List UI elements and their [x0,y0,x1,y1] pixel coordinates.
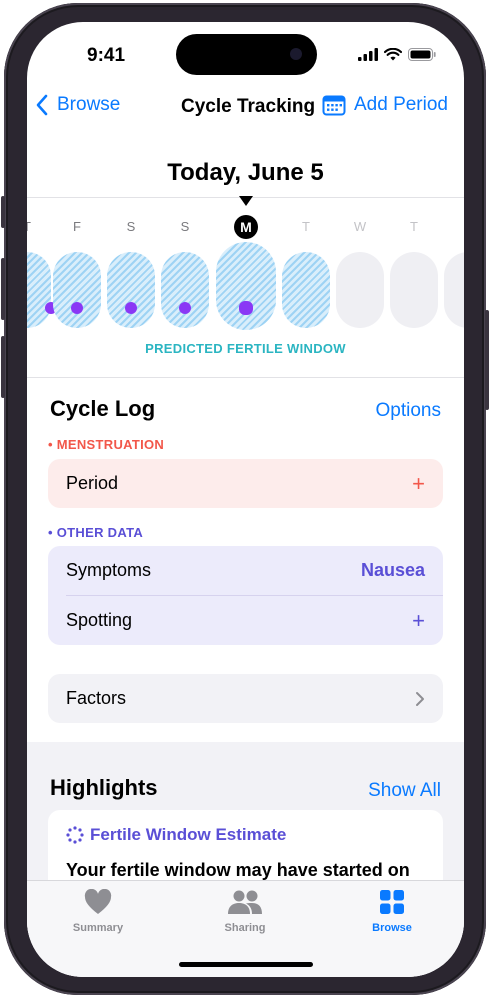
options-button[interactable]: Options [376,400,441,422]
other-data-card: Symptoms Nausea Spotting + [48,546,443,645]
system-icons [358,44,436,64]
ovulation-dot [125,302,137,314]
plus-icon[interactable]: + [412,608,425,634]
wifi-icon [384,47,402,60]
other-data-label: • OTHER DATA [48,525,144,540]
chevron-right-icon [416,691,424,706]
screen: 9:41 Browse Cycle Tracking Add Period To… [27,22,464,977]
back-button-label: Browse [57,94,121,115]
day-pill-fertile[interactable] [282,252,330,328]
page-title: Cycle Tracking [181,96,316,117]
status-bar: 9:41 [27,22,464,82]
volume-up-button [1,258,5,320]
day-letter[interactable]: S [173,219,197,234]
people-icon [228,890,262,914]
day-letter[interactable]: F [65,219,89,234]
tab-browse-label: Browse [372,922,412,934]
day-letter-today[interactable]: M [234,215,258,239]
day-letter[interactable]: W [348,219,372,234]
calendar-icon [322,95,346,116]
ovulation-dot [71,302,83,314]
camera-icon [290,48,302,60]
day-letter[interactable]: T [27,219,39,234]
tab-summary[interactable]: Summary [48,888,148,934]
dotted-circle-icon [66,826,84,844]
spotting-label: Spotting [66,610,133,630]
show-all-button[interactable]: Show All [368,780,441,802]
factors-card: Factors [48,674,443,723]
back-button[interactable]: Browse [35,94,120,116]
side-button [485,310,489,410]
fertile-window-heading: Fertile Window Estimate [66,825,286,845]
day-pill[interactable] [390,252,438,328]
cellular-signal-icon [358,47,378,61]
highlights-title: Highlights [50,775,158,800]
action-button [1,196,5,228]
home-indicator[interactable] [179,962,313,967]
grid-icon [380,890,404,914]
tab-sharing-label: Sharing [224,922,266,934]
fertile-window-label: PREDICTED FERTILE WINDOW [145,341,346,356]
period-label: Period [66,473,119,493]
navigation-bar: Browse Cycle Tracking Add Period [27,90,464,126]
symptoms-label: Symptoms [66,560,152,580]
volume-down-button [1,336,5,398]
calendar-bottom-divider [27,377,464,378]
spotting-row[interactable]: Spotting + [48,596,443,645]
day-letter[interactable]: T [294,219,318,234]
fertile-window-heading-text: Fertile Window Estimate [90,825,287,844]
heart-icon [84,888,112,914]
factors-label: Factors [66,688,127,708]
add-period-label: Add Period [353,94,448,115]
add-period-button[interactable]: Add Period [322,94,448,116]
plus-icon[interactable]: + [412,471,425,497]
menstruation-card: Period + [48,459,443,508]
tab-browse[interactable]: Browse [342,889,442,934]
fertile-window-text: Your fertile window may have started on [66,860,410,880]
day-pill-fertile[interactable] [107,252,155,328]
symptoms-value: Nausea [360,560,425,580]
status-time: 9:41 [87,45,126,66]
day-pill-fertile[interactable] [53,252,101,328]
ovulation-dot [239,301,253,315]
day-letter[interactable]: T [402,219,426,234]
day-letter[interactable]: S [119,219,143,234]
menstruation-label: • MENSTRUATION [48,437,165,452]
ovulation-dot [179,302,191,314]
day-pill-fertile[interactable] [161,252,209,328]
symptoms-row[interactable]: Symptoms Nausea [48,546,443,595]
tab-summary-label: Summary [72,922,124,934]
cycle-log-title: Cycle Log [50,396,156,421]
weekday-strip: T F S S M T W T [27,215,464,239]
day-pill[interactable] [444,252,464,328]
battery-icon [408,47,436,61]
day-pill-today[interactable] [216,242,276,330]
period-row[interactable]: Period + [48,459,443,508]
dynamic-island [176,34,317,75]
day-pill[interactable] [336,252,384,328]
day-pill-fertile[interactable] [27,252,57,328]
tab-sharing[interactable]: Sharing [195,889,295,934]
date-title: Today, June 5 [167,159,324,186]
factors-row[interactable]: Factors [48,674,443,723]
chevron-left-icon [36,94,48,116]
today-pointer [239,196,253,206]
